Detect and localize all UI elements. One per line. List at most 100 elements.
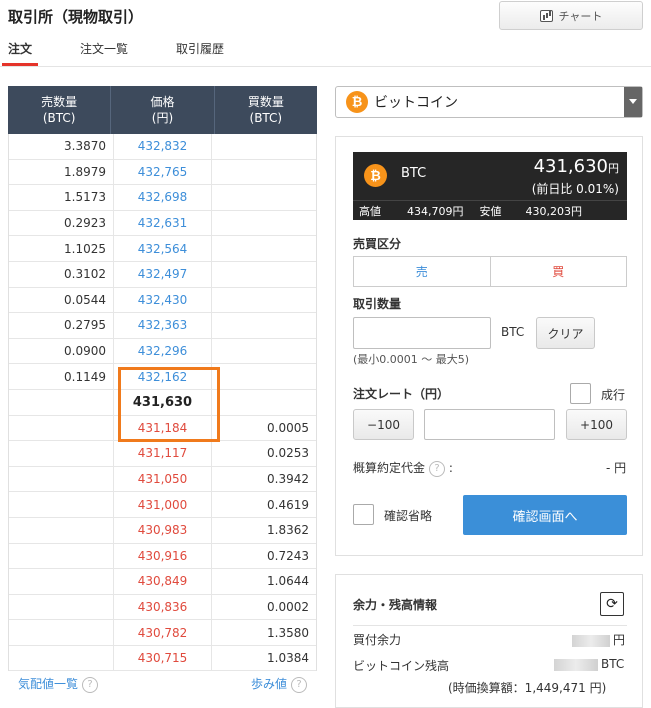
ask-row[interactable]: 0.2795 432,363 [9, 313, 316, 339]
bitcoin-icon: ₿ [346, 91, 368, 113]
ask-row[interactable]: 0.0900 432,296 [9, 338, 316, 365]
bid-row[interactable]: 431,117 0.0253 [9, 441, 316, 467]
masked-value [572, 634, 610, 647]
sell-qty: 1.8979 [9, 159, 114, 185]
balance-title: 余力・残高情報 [353, 598, 438, 612]
confirm-button[interactable]: 確認画面へ [463, 495, 627, 535]
buying-power-value: 円 [572, 631, 625, 648]
bid-price: 430,983 [114, 517, 212, 543]
refresh-icon[interactable]: ⟳ [600, 592, 624, 616]
help-icon[interactable]: ? [82, 676, 99, 693]
empty-cell [212, 160, 316, 185]
buy-qty: 0.4619 [267, 497, 309, 512]
ask-row[interactable]: 0.2923 432,631 [9, 210, 316, 237]
order-book: 売数量 (BTC) 価格 (円) 買数量 (BTC) 3.3870 432,832… [8, 86, 317, 693]
tab-order-list[interactable]: 注文一覧 [80, 38, 128, 66]
rate-input[interactable] [424, 409, 555, 440]
qty-unit: BTC [501, 325, 525, 339]
trade-tape-link[interactable]: 歩み値? [251, 675, 307, 693]
quote-list-link[interactable]: 気配値一覧? [18, 675, 99, 693]
skip-confirm-checkbox[interactable] [353, 504, 374, 525]
ask-row[interactable]: 1.5173 432,698 [9, 185, 316, 211]
buy-qty: 1.0644 [267, 574, 309, 589]
minus-100-button[interactable]: −100 [353, 409, 414, 440]
empty-cell [9, 645, 114, 671]
sell-button[interactable]: 売 [354, 257, 491, 286]
chart-button[interactable]: チャート [499, 1, 643, 30]
empty-cell [9, 466, 114, 492]
buying-power-label: 買付余力 [353, 633, 402, 647]
ask-price: 432,430 [114, 287, 212, 313]
bid-price: 430,849 [114, 569, 212, 594]
sell-qty: 0.0900 [9, 338, 114, 364]
masked-value [554, 658, 598, 671]
buy-qty: 1.3580 [267, 625, 309, 640]
low-value: 430,203円 [525, 204, 583, 218]
market-order-checkbox[interactable] [570, 383, 591, 404]
buy-qty: 0.0253 [267, 446, 309, 461]
market-order-label: 成行 [601, 388, 626, 402]
empty-cell [212, 185, 316, 210]
coin-select[interactable]: ₿ ビットコイン [335, 86, 643, 118]
sell-qty: 0.2923 [9, 210, 114, 236]
low-label: 安値 [479, 204, 502, 218]
empty-cell [212, 262, 316, 287]
chart-icon [539, 9, 553, 22]
btc-balance-label: ビットコイン残高 [353, 659, 450, 673]
ask-price: 432,564 [114, 236, 212, 261]
tab-trade-history[interactable]: 取引履歴 [176, 38, 224, 66]
help-icon[interactable]: ? [291, 676, 307, 693]
empty-cell [212, 134, 316, 159]
ask-price: 432,631 [114, 210, 212, 236]
sell-qty: 0.0544 [9, 287, 114, 313]
empty-cell [9, 543, 114, 569]
empty-cell [212, 364, 316, 389]
plus-100-button[interactable]: +100 [566, 409, 627, 440]
buy-qty: 0.0005 [267, 420, 309, 435]
tab-order[interactable]: 注文 [2, 38, 39, 66]
empty-cell [212, 288, 316, 313]
ask-row[interactable]: 3.3870 432,832 [9, 134, 316, 160]
bid-row[interactable]: 430,836 0.0002 [9, 594, 316, 621]
ticker-symbol: BTC [401, 166, 427, 181]
bid-row[interactable]: 430,782 1.3580 [9, 620, 316, 646]
bid-price: 431,000 [114, 492, 212, 517]
bid-row[interactable]: 430,983 1.8362 [9, 517, 316, 544]
ask-row[interactable]: 0.0544 432,430 [9, 287, 316, 314]
bid-row[interactable]: 431,000 0.4619 [9, 492, 316, 518]
chart-button-label: チャート [558, 9, 603, 23]
header-buy-qty: 買数量 (BTC) [247, 95, 284, 125]
buy-button[interactable]: 買 [491, 257, 627, 286]
empty-cell [9, 441, 114, 466]
chevron-down-icon[interactable] [624, 87, 642, 117]
estimate-value: - 円 [606, 461, 627, 475]
empty-cell [9, 492, 114, 517]
empty-cell [9, 620, 114, 645]
page-title: 取引所（現物取引） [8, 8, 144, 26]
ticker-price-unit: 円 [608, 162, 619, 175]
empty-cell [9, 594, 114, 620]
ask-row[interactable]: 1.8979 432,765 [9, 159, 316, 186]
clear-button[interactable]: クリア [536, 317, 595, 349]
help-icon[interactable]: ? [429, 460, 446, 477]
empty-cell [212, 313, 316, 338]
ask-row[interactable]: 0.3102 432,497 [9, 261, 316, 288]
empty-cell [212, 236, 316, 261]
rate-label: 注文レート（円） [353, 387, 450, 401]
buy-qty: 0.0002 [267, 599, 309, 614]
side-label: 売買区分 [353, 237, 402, 251]
qty-input[interactable] [353, 317, 491, 349]
bid-row[interactable]: 430,715 1.0384 [9, 645, 316, 672]
order-book-header: 売数量 (BTC) 価格 (円) 買数量 (BTC) [8, 86, 317, 134]
bid-row[interactable]: 431,050 0.3942 [9, 466, 316, 493]
bid-row[interactable]: 430,916 0.7243 [9, 543, 316, 570]
ask-price: 432,497 [114, 261, 212, 287]
bid-price: 430,836 [114, 594, 212, 620]
sell-qty: 1.1025 [9, 236, 114, 261]
buy-qty: 0.7243 [267, 548, 309, 563]
ask-row[interactable]: 1.1025 432,564 [9, 236, 316, 262]
valuation-text: (時価換算額：1,449,471 円) [448, 681, 607, 695]
bid-row[interactable]: 430,849 1.0644 [9, 569, 316, 595]
bid-price: 430,782 [114, 620, 212, 645]
trade-tape-label: 歩み値 [250, 677, 287, 692]
